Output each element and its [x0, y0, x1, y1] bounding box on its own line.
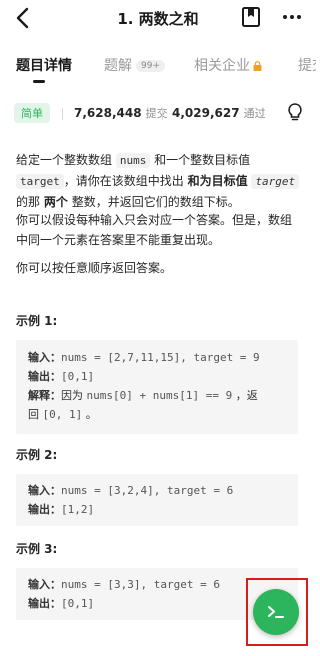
explain-code: nums[0] + nums[1] == 9 [86, 389, 233, 402]
divider [62, 108, 63, 120]
more-icon[interactable] [280, 6, 304, 28]
example-explain-row: 解释：因为 nums[0] + nums[1] == 9 ，返 [16, 386, 298, 405]
input-label: 输入： [28, 351, 61, 364]
text: ，请你在该数组中找出 [63, 174, 184, 188]
inline-code: target [16, 174, 64, 189]
example-2-box: 输入：nums = [3,2,4], target = 6 输出：[1,2] [16, 474, 298, 526]
bold-text: 两个 [43, 195, 68, 209]
input-label: 输入： [28, 578, 61, 591]
explain-code: [0, 1] [42, 408, 83, 421]
input-value: nums = [2,7,11,15], target = 9 [61, 351, 260, 364]
explain-text: 因为 [61, 389, 87, 402]
example-1-box: 输入：nums = [2,7,11,15], target = 9 输出：[0,… [16, 340, 298, 434]
tab-description[interactable]: 题目详情 [16, 55, 72, 75]
stats-bar: 简单 7,628,448 提交 4,029,627 通过 [14, 100, 304, 126]
explain-text: 。 [82, 408, 97, 421]
output-label: 输出： [28, 503, 61, 516]
tab-solutions-label: 题解 [104, 58, 132, 74]
tab-companies[interactable]: 相关企业 [194, 55, 262, 75]
example-1-title: 示例 1: [16, 314, 58, 328]
output-value: [0,1] [61, 597, 95, 610]
output-label: 输出： [28, 370, 61, 383]
output-value: [0,1] [61, 370, 95, 383]
input-value: nums = [3,2,4], target = 6 [61, 484, 234, 497]
count-badge: 99+ [136, 60, 165, 72]
lightbulb-icon[interactable] [286, 102, 304, 122]
divider [162, 108, 163, 120]
text: 给定一个整数数组 [16, 153, 116, 167]
accepted-stat: 4,029,627 通过 [172, 105, 266, 121]
output-label: 输出： [28, 597, 61, 610]
submissions-stat: 7,628,448 提交 [74, 105, 168, 121]
top-bar: 1. 两数之和 [0, 0, 316, 36]
bold-text: 和为目标值 [187, 174, 248, 188]
accepted-label: 通过 [243, 107, 266, 120]
difficulty-badge: 简单 [14, 103, 50, 123]
text: 整数，并返回它们的数组下标。 [71, 195, 240, 209]
text: 的那 [16, 195, 41, 209]
code-editor-button[interactable] [253, 589, 299, 635]
terminal-icon [268, 606, 284, 618]
active-tab-indicator [33, 80, 45, 83]
explain-label: 解释： [28, 389, 61, 402]
submissions-count: 7,628,448 [74, 106, 142, 120]
example-explain-row-cont: 回 [0, 1] 。 [16, 405, 298, 424]
tab-submissions[interactable]: 提交 [298, 55, 316, 75]
text: 和一个整数目标值 [150, 153, 251, 167]
example-output-row: 输出：[0,1] [16, 367, 298, 386]
tab-solutions[interactable]: 题解 99+ [104, 55, 165, 75]
output-value: [1,2] [61, 503, 95, 516]
problem-paragraph-3: 你可以按任意顺序返回答案。 [16, 261, 173, 275]
example-2-title: 示例 2: [16, 448, 58, 462]
explain-text: 回 [28, 408, 43, 421]
problem-paragraph-2: 你可以假设每种输入只会对应一个答案。但是，数组中同一个元素在答案里不能重复出现。 [16, 213, 293, 247]
submissions-label: 提交 [145, 107, 168, 120]
page-title: 1. 两数之和 [117, 10, 199, 28]
bookmark-icon[interactable] [240, 6, 262, 28]
lock-icon [253, 61, 262, 71]
input-label: 输入： [28, 484, 61, 497]
problem-paragraph-1: 给定一个整数数组 nums 和一个整数目标值 target ，请你在该数组中找出 和… [16, 150, 302, 212]
input-value: nums = [3,3], target = 6 [61, 578, 220, 591]
tab-bar: 题目详情 题解 99+ 相关企业 提交 [0, 48, 316, 84]
tab-companies-label: 相关企业 [194, 58, 250, 74]
example-output-row: 输出：[1,2] [16, 500, 298, 519]
example-input-row: 输入：nums = [3,2,4], target = 6 [16, 481, 298, 500]
explain-text: ，返 [232, 389, 258, 402]
inline-code: nums [115, 153, 151, 168]
inline-code: target [251, 174, 300, 189]
example-input-row: 输入：nums = [2,7,11,15], target = 9 [16, 348, 298, 367]
example-3-title: 示例 3: [16, 542, 58, 556]
accepted-count: 4,029,627 [172, 106, 240, 120]
